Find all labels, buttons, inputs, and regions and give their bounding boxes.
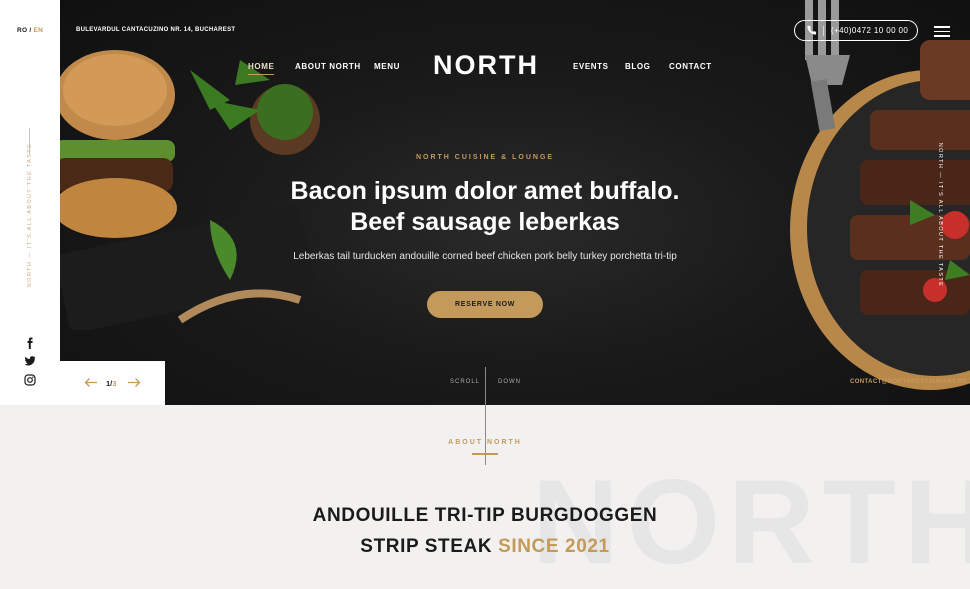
about-title-accent: SINCE 2021 [498, 536, 610, 557]
hero-subline: Leberkas tail turducken andouille corned… [293, 251, 677, 262]
phone-number: (+40)0472 10 00 00 [831, 26, 909, 35]
about-kicker: ABOUT NORTH [448, 439, 522, 446]
about-title: ANDOUILLE TRI-TIP BURGDOGGEN STRIP STEAK… [0, 500, 970, 562]
scroll-label[interactable]: SCROLL [450, 379, 480, 385]
nav-menu[interactable]: MENU [374, 62, 400, 71]
reserve-now-button[interactable]: RESERVE NOW [427, 291, 543, 318]
nav-contact[interactable]: CONTACT [669, 62, 712, 71]
arrow-right-icon[interactable] [127, 377, 141, 388]
address: BULEVARDUL CANTACUZINO NR. 14, BUCHAREST [76, 27, 236, 33]
nav-events[interactable]: EVENTS [573, 62, 609, 71]
hero-headline: Bacon ipsum dolor amet buffalo. Beef sau… [0, 176, 970, 238]
nav-about-north[interactable]: ABOUT NORTH [295, 62, 361, 71]
lang-en[interactable]: EN [33, 27, 43, 34]
about-underline [472, 453, 498, 455]
hero-headline-line2: Beef sausage leberkas [350, 208, 620, 236]
about-title-line1: ANDOUILLE TRI-TIP BURGDOGGEN [312, 505, 658, 526]
phone-icon [807, 25, 817, 35]
nav-blog[interactable]: BLOG [625, 62, 651, 71]
scroll-divider-line [485, 367, 486, 465]
nav-home[interactable]: HOME [248, 62, 275, 75]
about-title-line2: STRIP STEAK SINCE 2021 [0, 531, 970, 562]
logo[interactable]: NORTH [433, 52, 539, 79]
side-tagline: NORTH — IT'S ALL ABOUT THE TASTE [937, 142, 943, 288]
down-label[interactable]: DOWN [498, 379, 521, 385]
lang-ro[interactable]: RO [17, 27, 27, 34]
lang-separator: / [29, 27, 32, 34]
language-switcher: RO / EN [17, 27, 43, 34]
contact-email[interactable]: CONTACT@NORTHRESTAURANT.RO [850, 379, 967, 385]
hamburger-menu-icon[interactable] [934, 26, 950, 37]
hero-kicker: NORTH CUISINE & LOUNGE [415, 154, 555, 161]
phone-divider [823, 26, 824, 36]
twitter-icon[interactable] [24, 355, 36, 367]
phone-button[interactable]: (+40)0472 10 00 00 [794, 20, 918, 41]
slide-counter: 1/3 [106, 379, 116, 388]
arrow-left-icon[interactable] [84, 377, 98, 388]
instagram-icon[interactable] [24, 374, 36, 386]
slide-total: 3 [112, 379, 117, 388]
hero-headline-line1: Bacon ipsum dolor amet buffalo. [290, 177, 680, 205]
facebook-icon[interactable] [24, 337, 36, 349]
about-title-plain: STRIP STEAK [360, 536, 493, 557]
